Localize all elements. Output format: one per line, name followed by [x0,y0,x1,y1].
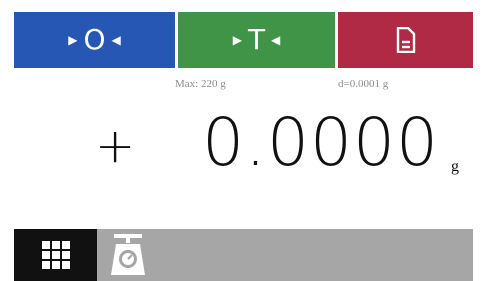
zero-icon: ▶ O ◀ [68,26,121,54]
readability-label: d=0.0001 g [338,78,389,90]
weight-unit: g [451,158,459,175]
triangle-left-icon: ◀ [271,33,281,47]
triangle-right-icon: ▶ [68,33,78,47]
max-capacity-label: Max: 220 g [175,78,226,90]
weighing-scale-icon[interactable] [107,233,149,277]
tare-label: T [247,23,266,56]
weight-sign: + [95,118,136,174]
triangle-left-icon: ◀ [111,33,121,47]
document-icon [396,27,415,53]
tare-icon: ▶ T ◀ [233,26,281,54]
print-button[interactable] [335,12,473,68]
grid-menu-icon [41,241,70,269]
menu-button[interactable] [14,229,97,281]
zero-button[interactable]: ▶ O ◀ [14,12,175,68]
bottom-bar [14,229,473,281]
zero-label: O [83,23,106,56]
top-toolbar: ▶ O ◀ ▶ T ◀ [14,12,473,68]
tare-button[interactable]: ▶ T ◀ [175,12,335,68]
triangle-right-icon: ▶ [232,33,242,47]
balance-screen: ▶ O ◀ ▶ T ◀ Max: 220 g d=0.0001 g + 0.00… [14,12,473,281]
weight-value: 0.0000 [202,104,439,181]
